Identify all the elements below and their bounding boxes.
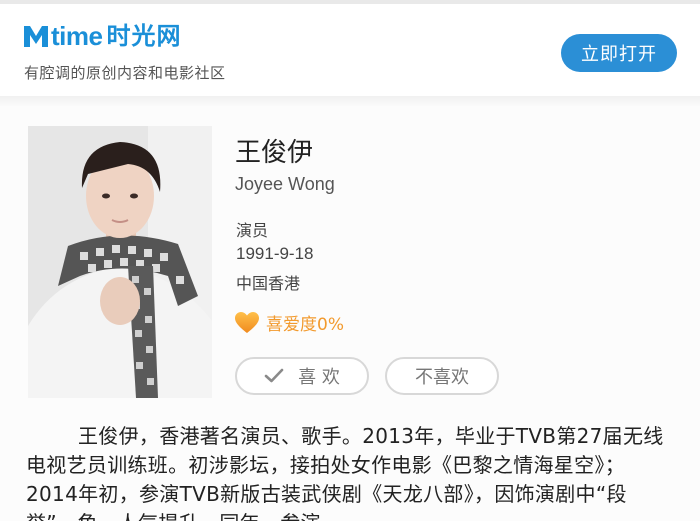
- person-birthplace: 中国香港: [236, 274, 301, 293]
- open-app-button[interactable]: 立即打开: [561, 34, 677, 72]
- logo-chinese: 时光网: [106, 22, 182, 50]
- person-role: 演员: [236, 221, 269, 240]
- mtime-m-logo-icon: [22, 23, 50, 49]
- heart-icon: [235, 311, 259, 333]
- app-header: time 时光网 有腔调的原创内容和电影社区 立即打开: [0, 0, 700, 96]
- check-icon: [264, 368, 284, 383]
- person-biography: 王俊伊，香港著名演员、歌手。2013年，毕业于TVB第27届无线电视艺员训练班。…: [26, 424, 664, 521]
- person-name-chinese: 王俊伊: [235, 138, 314, 168]
- like-button[interactable]: 喜 欢: [235, 357, 369, 395]
- like-percentage: 喜爱度0%: [266, 315, 344, 335]
- like-button-label: 喜 欢: [298, 367, 340, 388]
- header-divider: [0, 96, 700, 106]
- logo-word: time: [51, 21, 103, 51]
- tagline: 有腔调的原创内容和电影社区: [24, 64, 226, 82]
- person-photo[interactable]: [28, 126, 212, 398]
- dislike-button[interactable]: 不喜欢: [385, 357, 499, 395]
- like-rating: 喜爱度0%: [234, 310, 344, 335]
- mtime-logo[interactable]: time 时光网: [22, 22, 181, 50]
- person-card: 王俊伊 Joyee Wong 演员 1991-9-18 中国香港 喜爱度0% 喜…: [0, 106, 700, 521]
- person-birthdate: 1991-9-18: [236, 244, 314, 263]
- person-name-english: Joyee Wong: [235, 174, 335, 194]
